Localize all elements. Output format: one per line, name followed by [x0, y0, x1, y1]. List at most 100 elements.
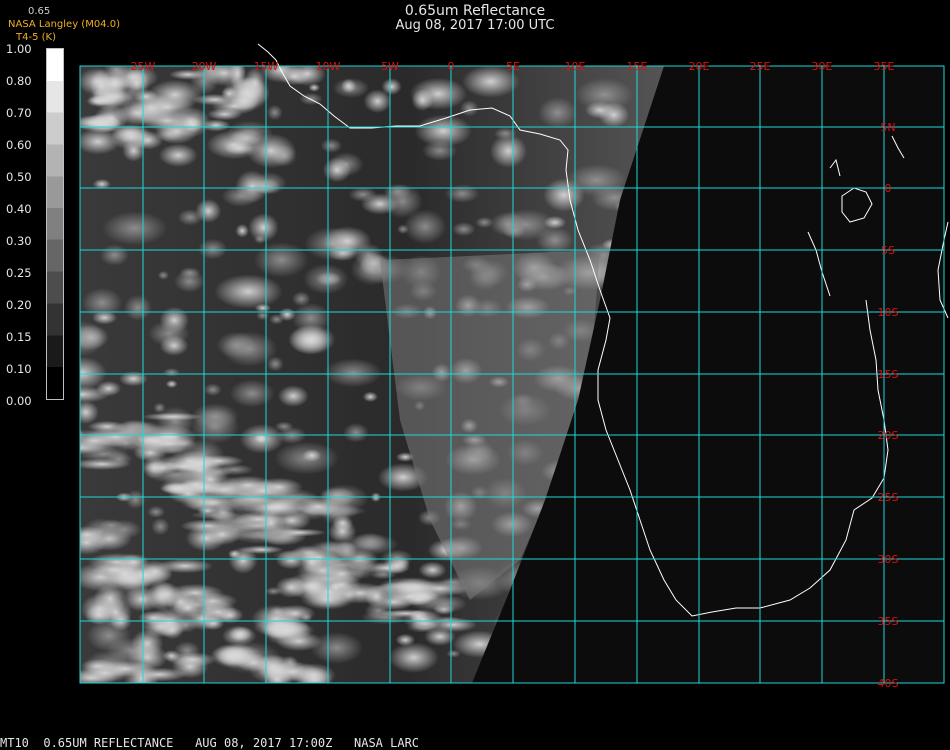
cloud-patch — [459, 100, 479, 117]
latitude-label: 5S — [881, 244, 895, 257]
cloud-patch — [296, 667, 333, 683]
cloud-patch — [538, 97, 578, 129]
cloud-patch — [167, 651, 217, 668]
cloud-patch — [216, 331, 257, 359]
cloud-patch — [80, 115, 122, 130]
longitude-label: 15E — [627, 60, 648, 73]
cloud-patch — [414, 114, 472, 148]
cloud-patch — [323, 226, 372, 257]
cloud-patch — [179, 267, 201, 279]
cloud-patch — [397, 224, 409, 235]
cloud-patch — [235, 224, 249, 238]
satellite-map: 25W 20W 15W 10W 5W 0 5E 10E 15E 20E 25E 30E 35E 5N 0 5… — [79, 43, 949, 690]
longitude-label: 10E — [565, 60, 586, 73]
longitude-label: 20W — [192, 60, 217, 73]
cloud-patch — [381, 78, 402, 96]
cloud-patch — [191, 408, 239, 444]
cloud-patch — [106, 452, 133, 466]
cloud-patch — [406, 622, 442, 633]
cloud-patch — [269, 314, 284, 325]
cloud-patch — [158, 143, 198, 167]
longitude-label: 20E — [689, 60, 710, 73]
cloud-patch — [254, 303, 271, 313]
cloud-patch — [418, 561, 447, 579]
cloud-patch — [253, 242, 309, 278]
cloud-patch — [251, 604, 301, 633]
cloud-patch — [229, 379, 275, 408]
latitude-label: 0 — [885, 182, 892, 195]
cloud-patch — [277, 385, 309, 407]
longitude-label: 5W — [381, 60, 399, 73]
cloud-patch — [543, 215, 567, 230]
latitude-label: 20S — [878, 429, 899, 442]
longitude-label: 0 — [448, 60, 455, 73]
cloud-patch — [133, 444, 168, 462]
cloud-patch — [343, 423, 369, 443]
cloud-patch — [80, 525, 104, 544]
longitude-label: 5E — [506, 60, 520, 73]
cloud-patch — [295, 497, 341, 516]
cloud-patch — [119, 371, 148, 387]
cloud-patch — [423, 594, 468, 613]
cloud-patch — [502, 222, 526, 239]
latitude-label: 15S — [878, 368, 899, 381]
cloud-patch — [253, 234, 267, 244]
cloud-patch — [291, 291, 311, 307]
cloud-patch — [87, 553, 147, 572]
cloud-patch — [80, 400, 99, 424]
cloud-patch — [228, 546, 258, 574]
cloud-patch — [324, 358, 383, 388]
longitude-label: 30E — [812, 60, 833, 73]
cloud-patch — [123, 294, 152, 321]
footer-caption: MT10 0.65UM REFLECTANCE AUG 08, 2017 17:… — [0, 736, 420, 750]
cloud-patch — [388, 642, 439, 673]
cloud-patch — [303, 263, 349, 295]
cloud-patch — [203, 383, 222, 397]
cloud-patch — [91, 311, 118, 325]
cloud-patch — [381, 183, 423, 219]
cloud-patch — [177, 209, 203, 226]
longitude-label: 25W — [131, 60, 156, 73]
latitude-label: 35S — [878, 615, 899, 628]
cloud-patch — [131, 629, 164, 657]
cloud-patch — [238, 531, 290, 540]
cloud-patch — [99, 244, 130, 266]
cloud-patch — [266, 356, 284, 372]
cloud-patch — [80, 386, 111, 403]
cloud-patch — [322, 157, 352, 183]
cloud-patch — [409, 77, 468, 110]
cloud-patch — [88, 86, 142, 107]
cloud-patch — [254, 477, 303, 497]
longitude-label: 15W — [254, 60, 279, 73]
longitude-label: 10W — [316, 60, 341, 73]
latitude-label: 30S — [878, 553, 899, 566]
cloud-patch — [302, 449, 322, 462]
cloud-patch — [80, 441, 108, 455]
cloud-patch — [266, 104, 283, 121]
cloud-patch — [157, 270, 170, 280]
cloud-patch — [380, 609, 432, 618]
cloud-patch — [159, 335, 189, 356]
cloud-patch — [308, 83, 321, 92]
cloud-patch — [362, 391, 378, 402]
cloud-patch — [395, 633, 416, 647]
cloud-patch — [165, 379, 178, 389]
cloud-patch — [156, 558, 214, 574]
cloud-patch — [93, 583, 127, 614]
cloud-patch — [159, 461, 210, 472]
cloud-patch — [214, 274, 283, 309]
cloud-patch — [122, 586, 161, 612]
cloud-patch — [348, 187, 378, 202]
latitude-label: 40S — [878, 677, 899, 690]
cloud-patch — [234, 511, 282, 528]
cloud-patch — [215, 464, 254, 475]
latitude-label: 5N — [880, 121, 895, 134]
cloud-patch — [142, 412, 203, 421]
cloud-patch — [341, 78, 357, 94]
cloud-patch — [102, 211, 168, 246]
cloud-patch — [217, 491, 273, 515]
cloud-patch — [278, 67, 311, 86]
cloud-patch — [131, 667, 188, 682]
cloud-patch — [160, 483, 197, 495]
cloud-patch — [207, 108, 243, 121]
